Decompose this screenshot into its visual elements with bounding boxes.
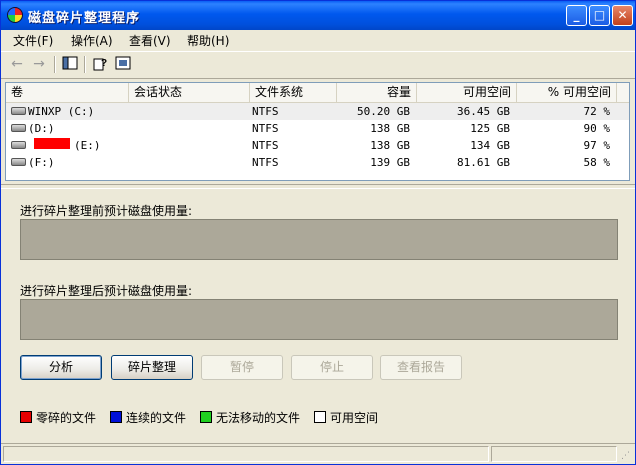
- volume-list-header: 卷 会话状态 文件系统 容量 可用空间 % 可用空间: [6, 83, 629, 103]
- pause-button[interactable]: 暂停: [201, 355, 283, 380]
- col-percent-free[interactable]: % 可用空间: [517, 83, 617, 102]
- col-volume[interactable]: 卷: [6, 83, 129, 102]
- legend-unmovable-files: 无法移动的文件: [216, 411, 301, 425]
- before-usage-display: [20, 219, 618, 260]
- title-bar[interactable]: 磁盘碎片整理程序 _ □ ✕: [1, 1, 635, 30]
- volume-list[interactable]: 卷 会话状态 文件系统 容量 可用空间 % 可用空间 WINXP (C:) NT…: [5, 82, 630, 181]
- col-free-space[interactable]: 可用空间: [417, 83, 517, 102]
- pane-splitter[interactable]: [1, 184, 635, 189]
- col-session-status[interactable]: 会话状态: [129, 83, 250, 102]
- menu-action[interactable]: 操作(A): [71, 32, 113, 49]
- volume-free: 134 GB: [470, 139, 510, 152]
- volume-percent-free: 72 %: [583, 105, 611, 118]
- after-usage-label: 进行碎片整理后预计磁盘使用量:: [20, 284, 193, 298]
- menu-file[interactable]: 文件(F): [13, 32, 53, 49]
- view-pane-icon[interactable]: [61, 56, 79, 72]
- legend-fragmented-files: 零碎的文件: [36, 411, 97, 425]
- fragmented-files-swatch: [20, 411, 32, 423]
- volume-name: (D:): [28, 122, 55, 135]
- volume-percent-free: 90 %: [583, 122, 611, 135]
- volume-percent-free: 58 %: [583, 156, 611, 169]
- properties-icon[interactable]: [114, 56, 132, 72]
- volume-fs: NTFS: [252, 122, 279, 135]
- stop-button[interactable]: 停止: [291, 355, 373, 380]
- defrag-window: 磁盘碎片整理程序 _ □ ✕ 文件(F) 操作(A) 查看(V) 帮助(H) ←…: [0, 0, 636, 465]
- minimize-button[interactable]: _: [566, 5, 587, 26]
- status-cell: [3, 446, 489, 462]
- menu-view[interactable]: 查看(V): [129, 32, 171, 49]
- volume-name: WINXP (C:): [28, 105, 95, 118]
- back-arrow-icon[interactable]: ←: [8, 56, 26, 72]
- volume-row[interactable]: (D:) NTFS 138 GB 125 GB 90 %: [6, 120, 629, 137]
- toolbar-separator: [84, 56, 86, 73]
- defrag-app-icon: [7, 7, 23, 23]
- status-bar: ⋰: [1, 443, 635, 465]
- forward-arrow-icon[interactable]: →: [30, 56, 48, 72]
- window-title: 磁盘碎片整理程序: [28, 11, 141, 26]
- volume-percent-free: 97 %: [583, 139, 611, 152]
- menu-bar: 文件(F) 操作(A) 查看(V) 帮助(H): [1, 30, 635, 50]
- menu-help[interactable]: 帮助(H): [187, 32, 229, 49]
- toolbar-separator: [54, 56, 56, 73]
- volume-row[interactable]: (F:) NTFS 139 GB 81.61 GB 58 %: [6, 154, 629, 171]
- hard-disk-icon: [11, 158, 26, 166]
- volume-row[interactable]: (E:) NTFS 138 GB 134 GB 97 %: [6, 137, 629, 154]
- volume-capacity: 138 GB: [370, 122, 410, 135]
- legend-free-space: 可用空间: [330, 411, 379, 425]
- volume-name: (F:): [28, 156, 55, 169]
- hard-disk-icon: [11, 107, 26, 115]
- hard-disk-icon: [11, 124, 26, 132]
- svg-text:?: ?: [101, 58, 107, 69]
- volume-capacity: 139 GB: [370, 156, 410, 169]
- resize-grip-icon[interactable]: ⋰: [621, 451, 633, 463]
- hard-disk-icon: [11, 141, 26, 149]
- volume-free: 81.61 GB: [457, 156, 510, 169]
- volume-fs: NTFS: [252, 105, 279, 118]
- volume-name: (E:): [74, 139, 101, 152]
- after-usage-display: [20, 299, 618, 340]
- maximize-button[interactable]: □: [589, 5, 610, 26]
- view-report-button[interactable]: 查看报告: [380, 355, 462, 380]
- volume-fs: NTFS: [252, 156, 279, 169]
- col-capacity[interactable]: 容量: [337, 83, 417, 102]
- legend-contiguous-files: 连续的文件: [126, 411, 187, 425]
- volume-free: 125 GB: [470, 122, 510, 135]
- free-space-swatch: [314, 411, 326, 423]
- status-cell: [491, 446, 617, 462]
- contiguous-files-swatch: [110, 411, 122, 423]
- help-icon[interactable]: ?: [91, 56, 109, 72]
- volume-row[interactable]: WINXP (C:) NTFS 50.20 GB 36.45 GB 72 %: [6, 103, 629, 120]
- before-usage-label: 进行碎片整理前预计磁盘使用量:: [20, 204, 193, 218]
- close-button[interactable]: ✕: [612, 5, 633, 26]
- analyze-button[interactable]: 分析: [20, 355, 102, 380]
- volume-fs: NTFS: [252, 139, 279, 152]
- toolbar: ← → ?: [1, 51, 635, 79]
- defrag-button[interactable]: 碎片整理: [111, 355, 193, 380]
- unmovable-files-swatch: [200, 411, 212, 423]
- col-filesystem[interactable]: 文件系统: [250, 83, 337, 102]
- volume-capacity: 50.20 GB: [357, 105, 410, 118]
- volume-free: 36.45 GB: [457, 105, 510, 118]
- redaction-mark: [34, 138, 70, 149]
- volume-capacity: 138 GB: [370, 139, 410, 152]
